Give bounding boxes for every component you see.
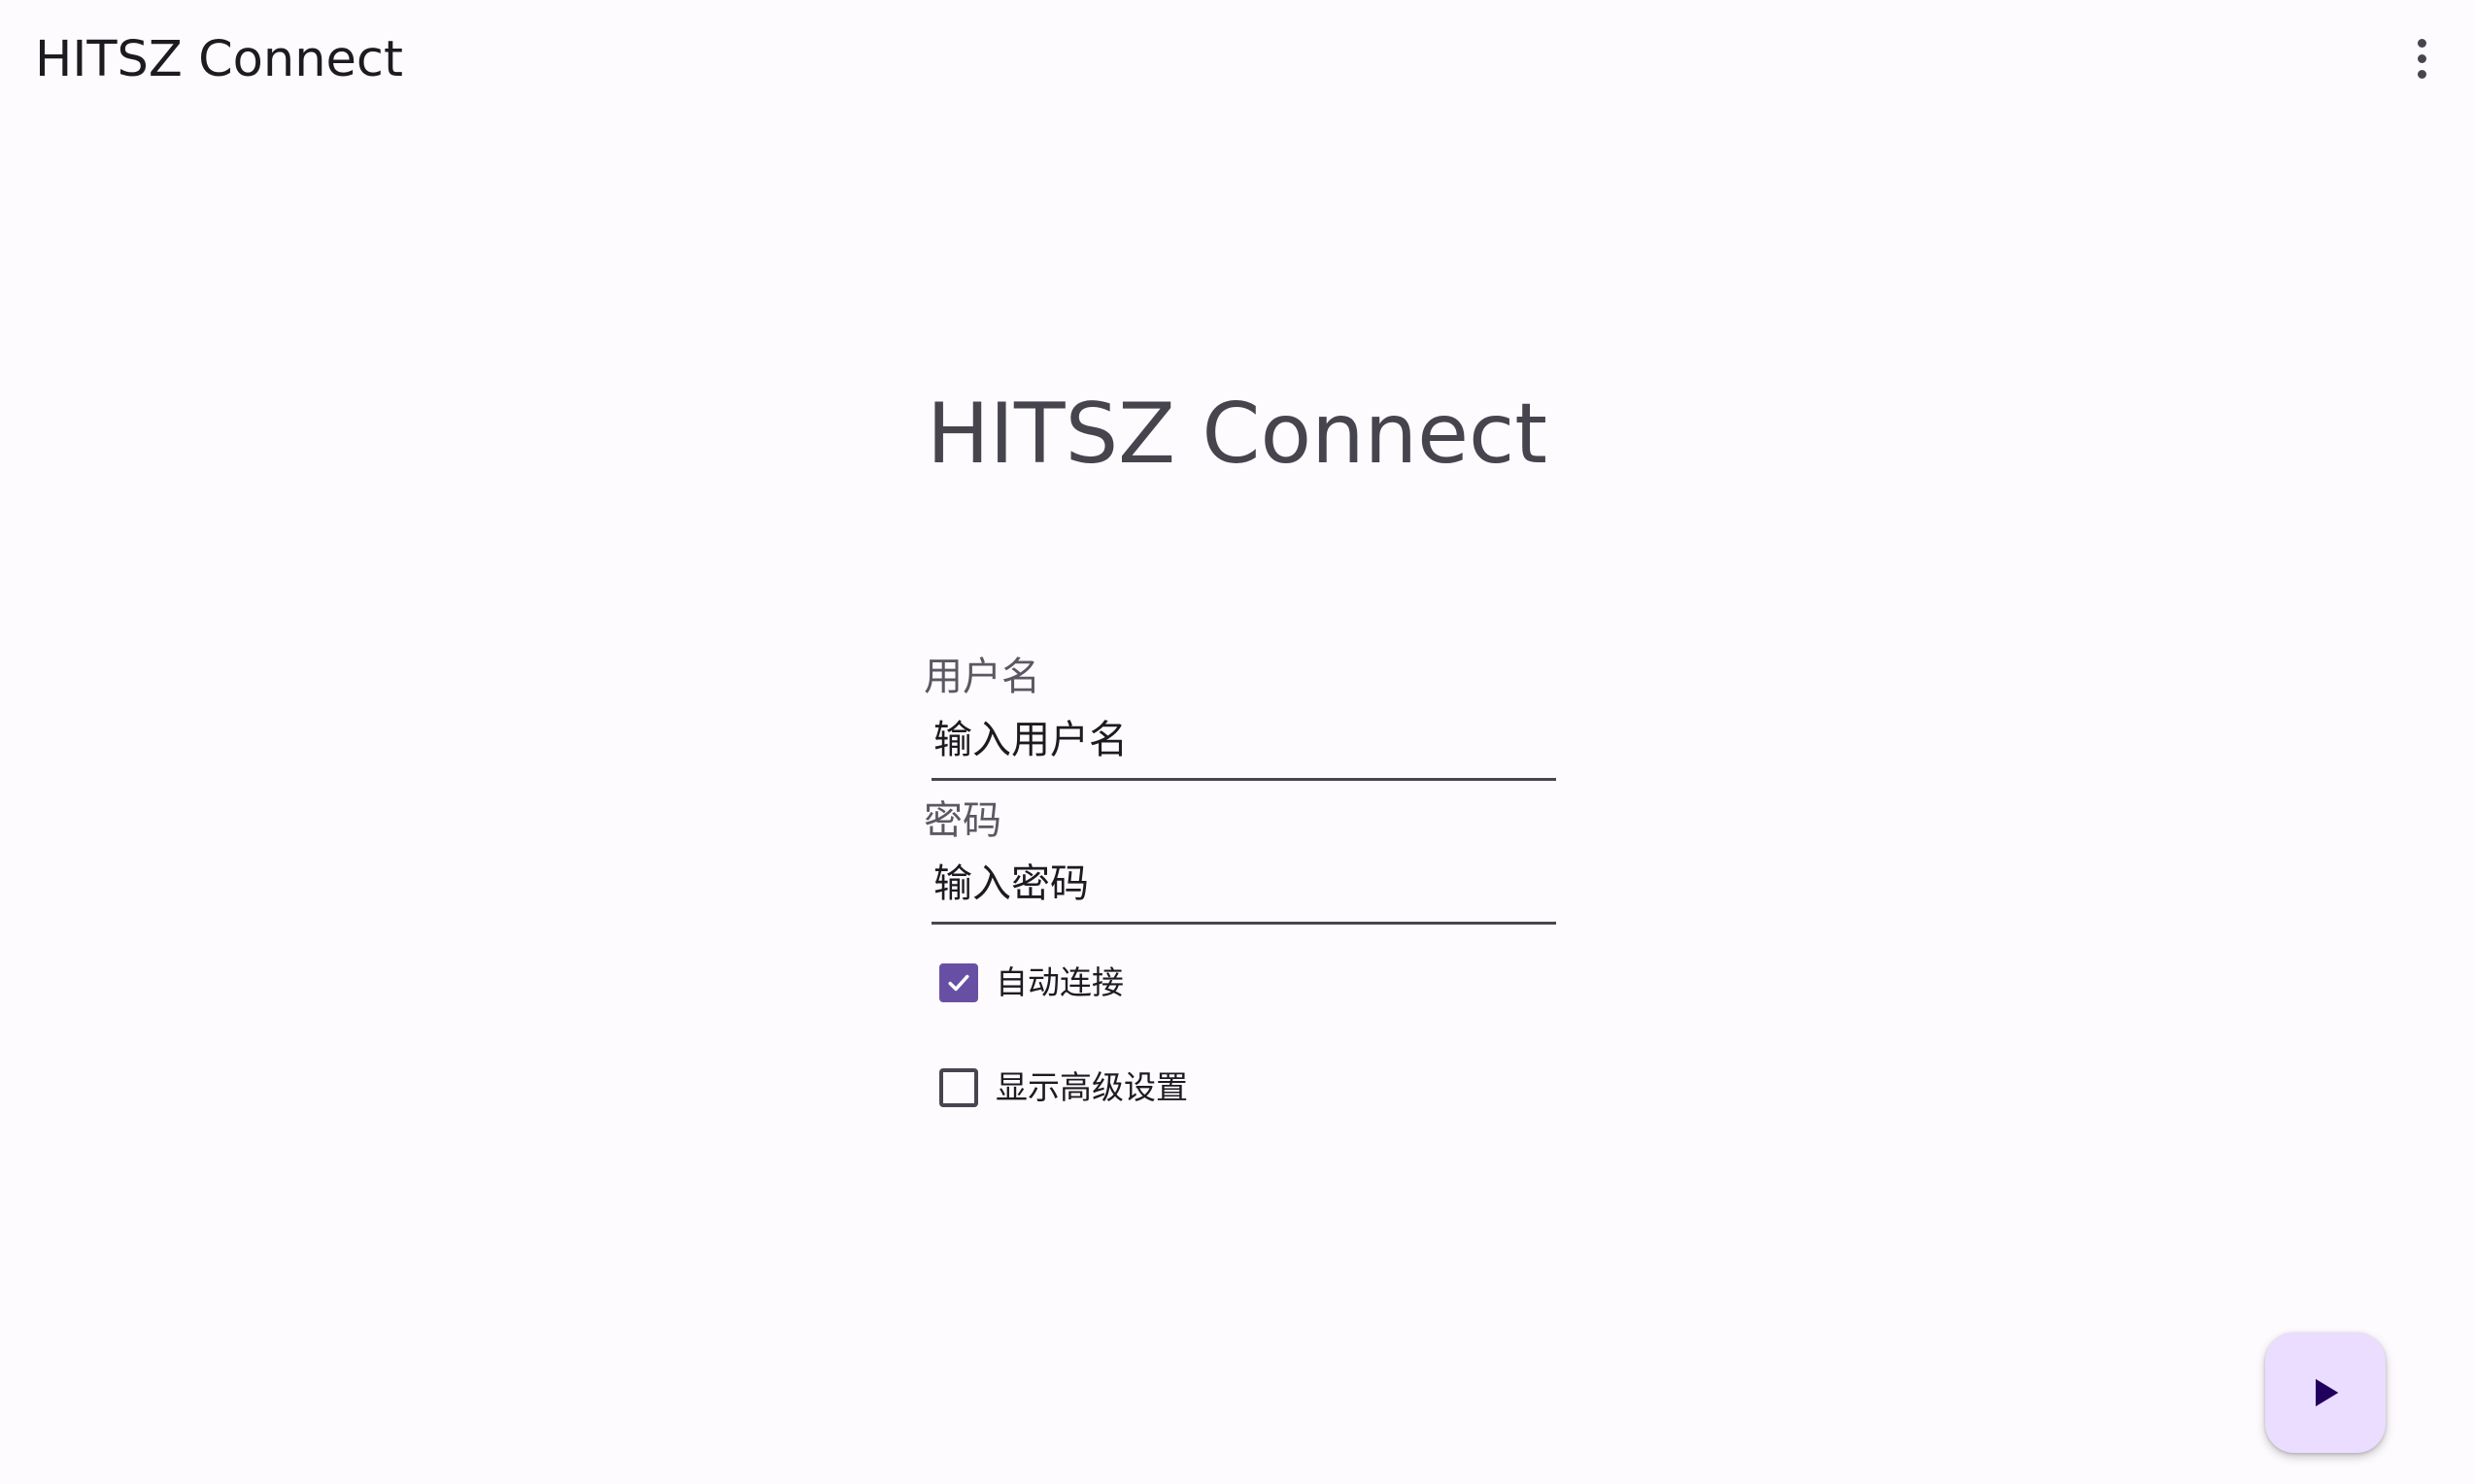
auto-connect-checkbox[interactable] <box>939 963 978 1002</box>
login-form: 用户名 密码 自动连接 显示高级设置 <box>924 653 1565 1117</box>
more-vert-icon-dot <box>2417 53 2426 63</box>
app-bar-title: HITSZ Connect <box>35 31 403 88</box>
show-advanced-checkbox[interactable] <box>939 1068 978 1107</box>
page-title: HITSZ Connect <box>927 386 1547 483</box>
more-vert-icon <box>2417 38 2426 48</box>
password-input[interactable] <box>932 845 1556 925</box>
top-app-bar: HITSZ Connect <box>0 0 2474 120</box>
password-label: 密码 <box>924 798 1001 843</box>
username-label: 用户名 <box>924 655 1040 699</box>
check-icon <box>948 974 969 992</box>
connect-fab-button[interactable] <box>2265 1332 2386 1453</box>
more-options-button[interactable] <box>2391 27 2452 89</box>
auto-connect-option[interactable]: 自动连接 <box>939 954 1565 1012</box>
show-advanced-label: 显示高级设置 <box>996 1068 1188 1106</box>
auto-connect-label: 自动连接 <box>996 963 1124 1001</box>
play-arrow-icon <box>2316 1378 2339 1407</box>
username-input[interactable] <box>932 701 1556 781</box>
show-advanced-option[interactable]: 显示高级设置 <box>939 1059 1565 1117</box>
app-window: HITSZ Connect HITSZ Connect 用户名 密码 自动连接 … <box>0 0 2474 1484</box>
more-vert-icon-dot <box>2417 69 2426 79</box>
